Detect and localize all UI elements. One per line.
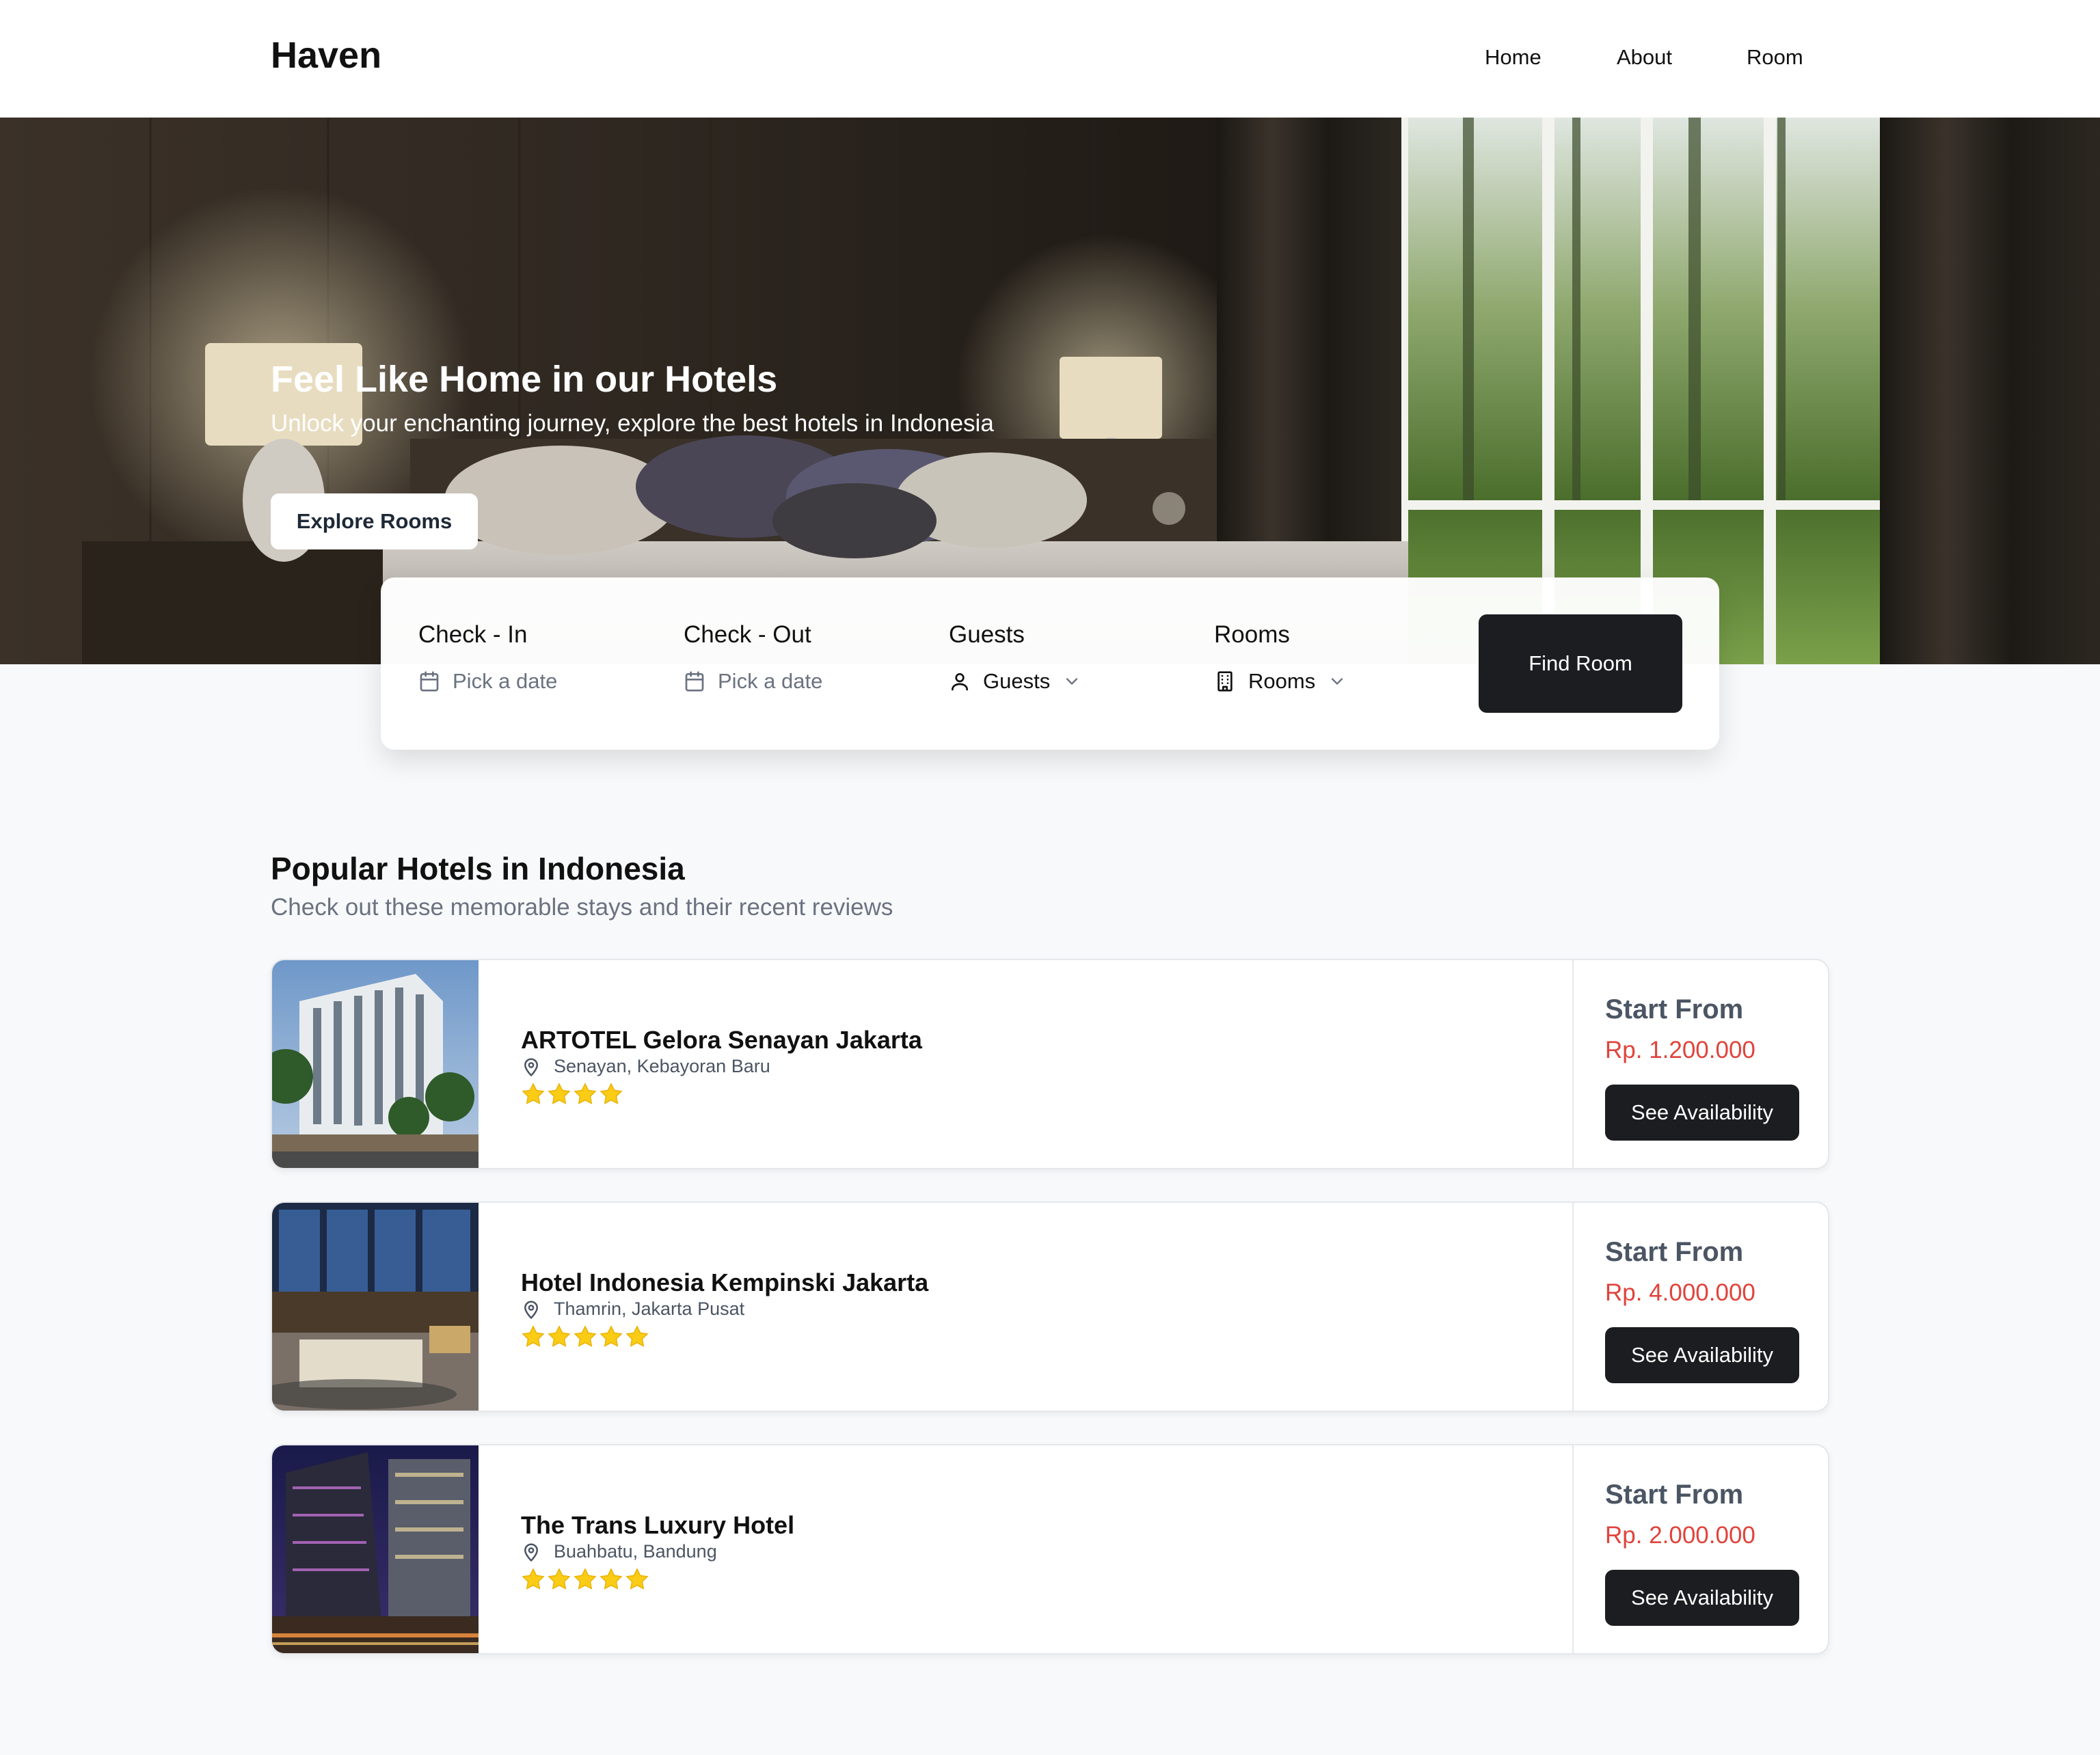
nav-link-room[interactable]: Room — [1747, 45, 1803, 70]
find-room-button[interactable]: Find Room — [1479, 614, 1682, 713]
top-navbar: Haven Home About Room — [0, 0, 2100, 118]
see-availability-button[interactable]: See Availability — [1605, 1085, 1799, 1141]
price-panel: Start From Rp. 2.000.000 See Availabilit… — [1572, 1445, 1828, 1653]
star-icon — [574, 1083, 597, 1104]
booking-search-panel: Check - In Pick a date Check - Out Pick … — [381, 577, 1719, 750]
star-icon — [522, 1083, 545, 1104]
checkout-date-picker[interactable]: Pick a date — [684, 669, 822, 694]
guests-label: Guests — [949, 621, 1025, 648]
hotel-location: Buahbatu, Bandung — [521, 1541, 717, 1562]
star-rating — [521, 1324, 649, 1349]
nav-link-about[interactable]: About — [1617, 45, 1672, 70]
star-icon — [574, 1568, 597, 1590]
hotel-location-text: Thamrin, Jakarta Pusat — [554, 1298, 745, 1319]
map-pin-icon — [521, 1057, 541, 1077]
start-from-label: Start From — [1605, 1480, 1744, 1510]
hero-subtitle: Unlock your enchanting journey, explore … — [271, 410, 994, 437]
star-icon — [548, 1568, 571, 1590]
hotel-card: ARTOTEL Gelora Senayan Jakarta Senayan, … — [271, 959, 1829, 1169]
hero-title: Feel Like Home in our Hotels — [271, 359, 778, 400]
hotel-photo — [272, 1445, 479, 1653]
chevron-down-icon — [1328, 672, 1347, 691]
star-icon — [548, 1325, 571, 1347]
guests-value: Guests — [983, 669, 1051, 693]
star-icon — [625, 1325, 649, 1347]
hotel-location-text: Buahbatu, Bandung — [554, 1541, 717, 1562]
checkout-placeholder: Pick a date — [718, 669, 823, 693]
star-icon — [625, 1568, 649, 1590]
see-availability-button[interactable]: See Availability — [1605, 1570, 1799, 1626]
checkout-field: Check - Out Pick a date — [684, 621, 822, 693]
rooms-label: Rooms — [1214, 621, 1290, 648]
calendar-icon — [684, 670, 705, 692]
hotel-name[interactable]: ARTOTEL Gelora Senayan Jakarta — [521, 1026, 922, 1055]
map-pin-icon — [521, 1299, 541, 1320]
building-icon — [1214, 670, 1236, 692]
star-icon — [600, 1325, 623, 1347]
star-icon — [600, 1083, 623, 1104]
user-icon — [949, 670, 971, 692]
star-rating — [521, 1082, 623, 1106]
chevron-down-icon — [1062, 672, 1081, 691]
price-panel: Start From Rp. 1.200.000 See Availabilit… — [1572, 960, 1828, 1168]
nav-link-home[interactable]: Home — [1485, 45, 1542, 70]
guests-field: Guests Guests — [949, 621, 1078, 693]
see-availability-button[interactable]: See Availability — [1605, 1327, 1799, 1383]
hotel-location-text: Senayan, Kebayoran Baru — [554, 1056, 770, 1076]
guests-select[interactable]: Guests — [949, 669, 1081, 694]
rooms-select[interactable]: Rooms — [1214, 669, 1347, 694]
popular-section-title: Popular Hotels in Indonesia — [271, 851, 685, 886]
price-panel: Start From Rp. 4.000.000 See Availabilit… — [1572, 1203, 1828, 1411]
map-pin-icon — [521, 1542, 541, 1562]
hotel-photo — [272, 1203, 479, 1411]
hotel-card: Hotel Indonesia Kempinski Jakarta Thamri… — [271, 1201, 1829, 1412]
checkin-date-picker[interactable]: Pick a date — [418, 669, 557, 694]
star-icon — [522, 1325, 545, 1347]
brand-logo[interactable]: Haven — [271, 34, 381, 77]
popular-section-subtitle: Check out these memorable stays and thei… — [271, 894, 893, 921]
star-icon — [600, 1568, 623, 1590]
start-from-label: Start From — [1605, 1237, 1744, 1267]
start-from-label: Start From — [1605, 994, 1744, 1024]
star-icon — [522, 1568, 545, 1590]
hotel-photo — [272, 960, 479, 1168]
explore-rooms-button[interactable]: Explore Rooms — [271, 493, 478, 549]
star-rating — [521, 1567, 649, 1592]
rooms-field: Rooms Rooms — [1214, 621, 1343, 693]
star-icon — [574, 1325, 597, 1347]
hotel-name[interactable]: Hotel Indonesia Kempinski Jakarta — [521, 1268, 928, 1297]
hotel-location: Senayan, Kebayoran Baru — [521, 1056, 770, 1077]
checkout-label: Check - Out — [684, 621, 811, 648]
checkin-placeholder: Pick a date — [453, 669, 558, 693]
checkin-label: Check - In — [418, 621, 528, 648]
star-icon — [548, 1083, 571, 1104]
hotel-card: The Trans Luxury Hotel Buahbatu, Bandung… — [271, 1444, 1829, 1655]
hotel-name[interactable]: The Trans Luxury Hotel — [521, 1511, 794, 1540]
hotel-price: Rp. 1.200.000 — [1605, 1037, 1755, 1063]
hotel-location: Thamrin, Jakarta Pusat — [521, 1298, 744, 1320]
rooms-value: Rooms — [1248, 669, 1316, 693]
checkin-field: Check - In Pick a date — [418, 621, 557, 693]
hotel-price: Rp. 4.000.000 — [1605, 1279, 1755, 1306]
calendar-icon — [418, 670, 440, 692]
hotel-price: Rp. 2.000.000 — [1605, 1522, 1755, 1549]
